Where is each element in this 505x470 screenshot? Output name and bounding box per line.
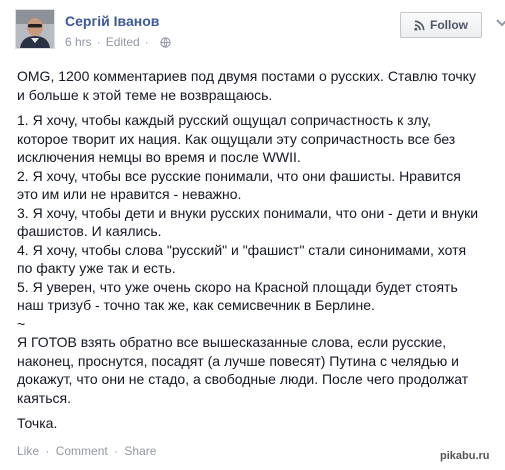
- chevron-down-icon[interactable]: [496, 19, 505, 27]
- post-text-line: 4. Я хочу, чтобы слова "русский" и "фаши…: [17, 241, 467, 258]
- post-text-line: OMG, 1200 комментариев под двумя постами…: [17, 68, 476, 84]
- meta-separator: ·: [144, 35, 149, 49]
- post-paragraph: OMG, 1200 комментариев под двумя постами…: [17, 67, 487, 104]
- action-separator: ·: [45, 444, 50, 458]
- post-text-line: Точка.: [17, 415, 58, 431]
- post-text-line: Я ГОТОВ взять обратно все вышесказанные …: [17, 334, 447, 350]
- post-meta: 6 hrs · Edited ·: [65, 35, 171, 49]
- post-paragraph: Точка.: [17, 414, 487, 433]
- author-name[interactable]: Сергій Іванов: [65, 13, 159, 29]
- post-paragraph: 1. Я хочу, чтобы каждый русский ощущал с…: [17, 111, 487, 407]
- watermark: pikabu.ru: [440, 450, 490, 462]
- action-separator: ·: [114, 444, 119, 458]
- post-actions: Like · Comment · Share: [17, 444, 156, 458]
- facebook-post: Сергій Іванов 6 hrs · Edited · Follow OM…: [0, 0, 505, 470]
- post-text-line: докажут, что они не стадо, а свободные л…: [17, 371, 469, 387]
- post-text-line: это им или не нравится - неважно.: [17, 186, 242, 202]
- share-link[interactable]: Share: [124, 444, 156, 458]
- comment-link[interactable]: Comment: [56, 444, 108, 458]
- edited-label[interactable]: Edited: [106, 35, 140, 49]
- post-text-line: ~: [17, 315, 26, 332]
- post-text-line: 2. Я хочу, чтобы все русские понимали, ч…: [17, 167, 461, 184]
- post-text-line: и больше к этой теме не возвращаюсь.: [17, 86, 273, 103]
- globe-icon[interactable]: [160, 36, 171, 48]
- post-text-line: которое творит их нация. Как ощущали эту…: [17, 130, 456, 147]
- post-text-line: наконец, проснутся, посадят (а лучше пов…: [17, 352, 459, 369]
- post-text-line: 1. Я хочу, чтобы каждый русский ощущал с…: [17, 112, 432, 128]
- avatar[interactable]: [15, 9, 55, 49]
- like-link[interactable]: Like: [17, 444, 39, 458]
- post-text-line: 3. Я хочу, чтобы дети и внуки русских по…: [17, 204, 479, 221]
- post-text-line: наш тризуб - точно так же, как семисвечн…: [17, 297, 375, 313]
- follow-label: Follow: [430, 18, 468, 32]
- post-header: Сергій Іванов 6 hrs · Edited · Follow: [15, 9, 505, 53]
- rss-icon: [414, 20, 425, 31]
- post-text-line: фашистов. И каялись.: [17, 223, 162, 239]
- post-time[interactable]: 6 hrs: [65, 35, 92, 49]
- post-text-line: по факту уже так и есть.: [17, 260, 176, 276]
- follow-button[interactable]: Follow: [400, 12, 482, 38]
- post-text-line: каяться.: [17, 389, 71, 406]
- meta-separator: ·: [96, 35, 101, 49]
- post-text-line: исключения немцы во время и после WWII.: [17, 149, 301, 165]
- post-body: OMG, 1200 комментариев под двумя постами…: [17, 67, 487, 440]
- avatar-image: [16, 10, 54, 48]
- post-text-line: 5. Я уверен, что уже очень скоро на Крас…: [17, 278, 458, 295]
